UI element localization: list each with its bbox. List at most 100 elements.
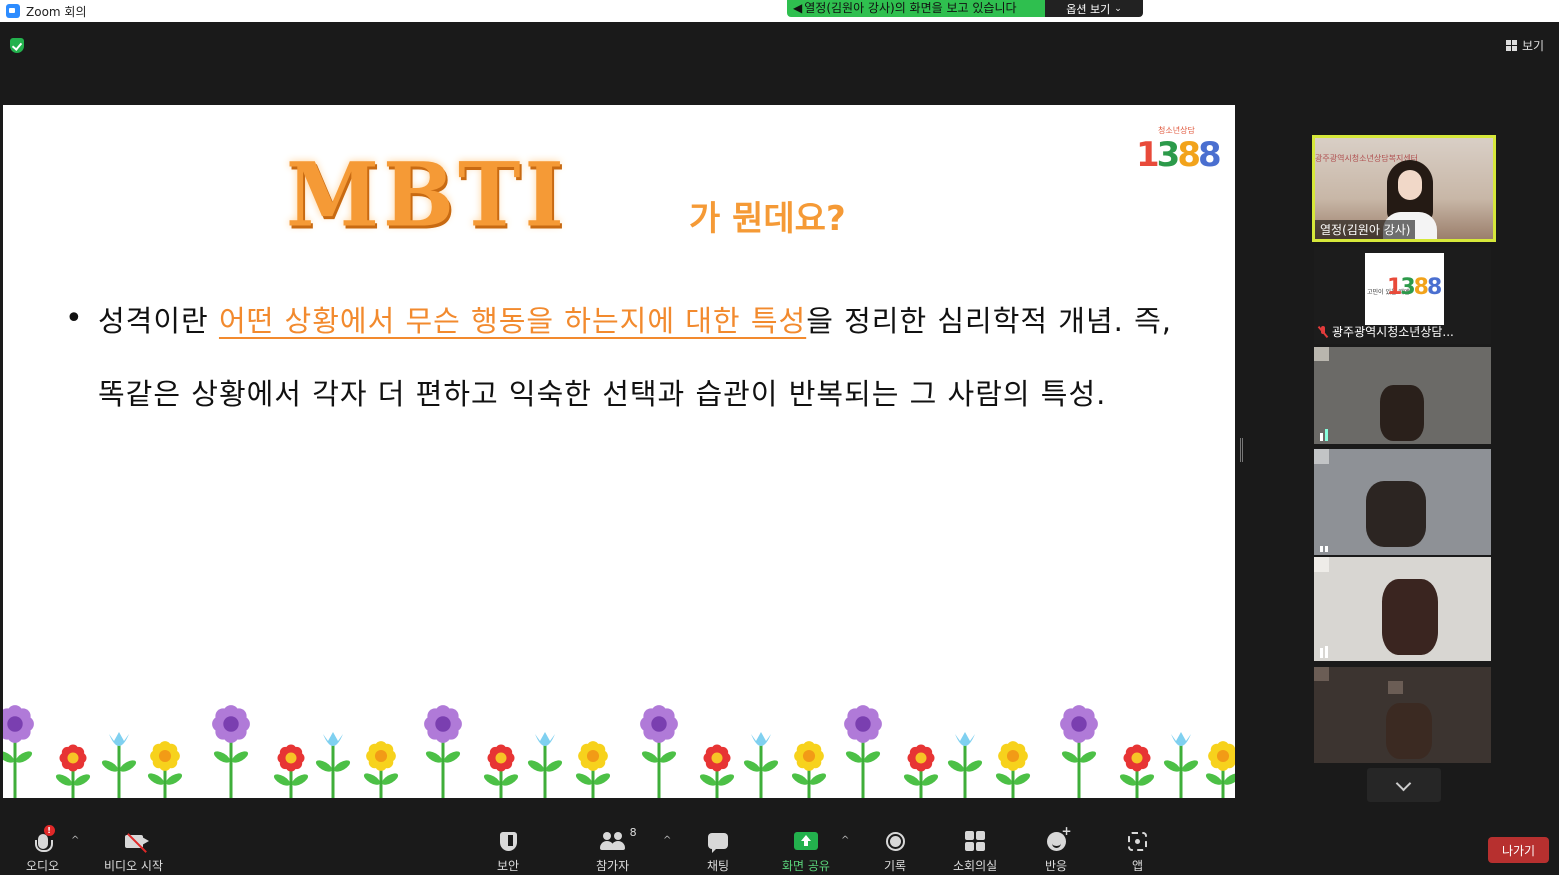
logo-digit: 8 [1426, 275, 1442, 300]
flower-icon [424, 705, 462, 798]
chat-button[interactable]: 채팅 [707, 829, 729, 874]
view-options-label: 옵션 보기 [1066, 2, 1111, 16]
blurred-face [1382, 579, 1438, 655]
flower-icon [147, 741, 183, 798]
chevron-down-icon: ⌄ [1114, 3, 1122, 14]
flower-icon [699, 744, 735, 798]
meeting-topbar [0, 22, 1559, 72]
speaker-name-label: 열정(김원아 강사) [1315, 220, 1416, 239]
active-speaker-tile[interactable]: 광주광역시청소년상담복지센터 열정(김원아 강사) [1312, 135, 1496, 242]
shared-screen-slide: MBTI 가 뭔데요? 청소년상담 1388 • 성격이란 어떤 상황에서 무슨… [3, 105, 1235, 798]
panel-resize-handle[interactable] [1240, 438, 1243, 462]
record-icon [885, 831, 905, 851]
flower-icon [101, 732, 137, 798]
slide-body-text: 성격이란 어떤 상황에서 무슨 행동을 하는지에 대한 특성을 정리한 심리학적… [98, 285, 1178, 431]
participant-tile-blurred[interactable] [1314, 347, 1491, 444]
muted-mic-icon [1318, 325, 1328, 338]
reaction-smiley-icon [1046, 824, 1072, 851]
security-shield-icon [499, 831, 517, 851]
window-title: Zoom 회의 [26, 5, 87, 19]
apps-icon [1128, 831, 1147, 851]
flower-icon [844, 705, 882, 798]
participant-tile-blurred[interactable] [1314, 667, 1491, 763]
share-options-caret[interactable]: ^ [841, 835, 849, 846]
viewing-share-text: 열정(김원아 강사)의 화면을 보고 있습니다 [804, 1, 1017, 15]
chat-bubble-icon [708, 833, 729, 853]
participants-options-caret[interactable]: ^ [663, 835, 671, 846]
speaker-volume-icon: ◀ [793, 1, 803, 15]
slide-title-mbti: MBTI [286, 142, 568, 247]
viewing-share-notice: ◀ 열정(김원아 강사)의 화면을 보고 있습니다 [787, 0, 1045, 17]
blurred-face [1366, 481, 1426, 547]
meeting-controls-toolbar: ! 오디오 ^ 비디오 시작 보안 8 참가자 ^ 채팅 화면 공유 ^ 기록 … [0, 815, 1559, 875]
logo-digit: 8 [1177, 135, 1201, 175]
zoom-app-icon [6, 4, 20, 18]
breakout-label: 소회의실 [953, 859, 998, 873]
flower-icon [947, 732, 983, 798]
flower-icon [1205, 741, 1235, 798]
audio-alert-icon: ! [43, 825, 55, 836]
apps-label: 앱 [1131, 859, 1144, 873]
participant-tile-org[interactable]: 고민이 있을 때엔 1388 광주광역시청소년상담... [1314, 247, 1491, 344]
flower-icon [363, 741, 399, 798]
flower-icon [1060, 705, 1098, 798]
flower-icon [575, 741, 611, 798]
view-label: 보기 [1522, 39, 1545, 53]
window-titlebar: Zoom 회의 [0, 0, 1559, 22]
flower-icon [743, 732, 779, 798]
body-text-start: 성격이란 [98, 304, 219, 338]
breakout-rooms-icon [965, 831, 986, 851]
share-screen-icon [793, 832, 818, 850]
reactions-button[interactable]: 반응 [1045, 824, 1072, 874]
participant-tile-blurred[interactable] [1314, 449, 1491, 555]
video-off-icon [124, 834, 149, 848]
encryption-shield-icon[interactable] [10, 38, 24, 53]
record-label: 기록 [884, 859, 907, 873]
org-name-text: 광주광역시청소년상담... [1332, 325, 1454, 339]
flower-icon [3, 705, 34, 798]
flower-icon [1119, 744, 1155, 798]
breakout-rooms-button[interactable]: 소회의실 [953, 829, 997, 874]
flower-icon [55, 744, 91, 798]
flower-icon [315, 732, 351, 798]
participant-tile-blurred[interactable] [1314, 557, 1491, 661]
participants-count: 8 [629, 826, 637, 839]
org-avatar-logo: 고민이 있을 때엔 1388 [1365, 253, 1444, 325]
view-button[interactable]: 보기 [1506, 37, 1544, 54]
start-video-button[interactable]: 비디오 시작 [104, 829, 163, 874]
bullet-dot: • [65, 301, 83, 336]
leave-meeting-button[interactable]: 나가기 [1488, 837, 1549, 863]
flower-icon [527, 732, 563, 798]
screen-share-banner: ◀ 열정(김원아 강사)의 화면을 보고 있습니다 옵션 보기 ⌄ [787, 0, 1143, 17]
view-options-button[interactable]: 옵션 보기 ⌄ [1045, 0, 1143, 17]
reactions-label: 반응 [1045, 859, 1068, 873]
logo-1388: 청소년상담 1388 [1136, 125, 1222, 175]
share-label: 화면 공유 [782, 859, 830, 873]
participants-button[interactable]: 8 참가자 [596, 826, 637, 874]
flower-border-decoration [3, 705, 1235, 798]
audio-indicator-icon [1320, 646, 1328, 658]
security-button[interactable]: 보안 [497, 829, 519, 874]
audio-button[interactable]: ! 오디오 [26, 825, 60, 874]
participants-icon [599, 832, 626, 850]
apps-button[interactable]: 앱 [1128, 829, 1147, 874]
scroll-participants-down-button[interactable] [1367, 768, 1441, 802]
microphone-icon [34, 833, 53, 852]
share-screen-button[interactable]: 화면 공유 [782, 829, 830, 874]
flower-icon [483, 744, 519, 798]
record-button[interactable]: 기록 [884, 829, 906, 874]
flower-icon [1163, 732, 1199, 798]
logo-digit: 8 [1413, 275, 1429, 300]
security-label: 보안 [497, 859, 520, 873]
blurred-face [1380, 385, 1424, 441]
audio-indicator-icon [1320, 546, 1328, 552]
audio-label: 오디오 [26, 859, 60, 873]
logo-digit: 3 [1156, 135, 1181, 175]
flower-icon [791, 741, 827, 798]
flower-icon [273, 744, 309, 798]
grid-view-icon [1506, 40, 1517, 51]
participants-label: 참가자 [596, 859, 630, 873]
audio-options-caret[interactable]: ^ [71, 835, 79, 846]
flower-icon [640, 705, 678, 798]
body-text-highlight: 어떤 상황에서 무슨 행동을 하는지에 대한 특성 [218, 304, 807, 338]
